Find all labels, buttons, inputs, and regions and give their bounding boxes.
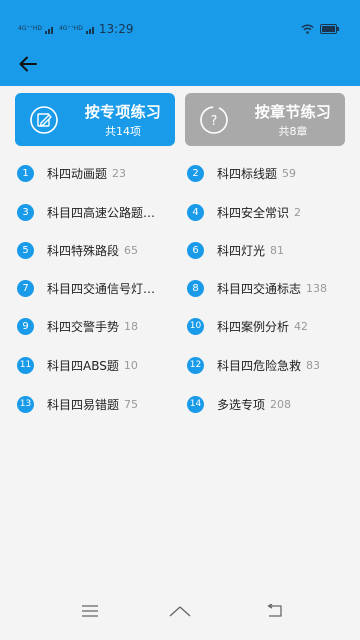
topic-label: 科目四交通信号灯… (47, 281, 156, 296)
status-time: 13:29 (98, 22, 134, 36)
back-nav-button[interactable] (259, 596, 289, 626)
menu-icon (82, 605, 98, 617)
svg-text:?: ? (211, 114, 218, 129)
topic-number-badge: 6 (187, 241, 204, 259)
topic-item-14[interactable]: 14 多选专项 208 (187, 392, 347, 416)
topic-item-9[interactable]: 9 科四交警手势 18 (17, 314, 175, 338)
topic-count: 83 (306, 358, 321, 372)
topic-label: 科四交警手势 (47, 319, 120, 334)
signal-icon (44, 26, 53, 34)
topic-label: 多选专项 (217, 397, 266, 412)
topic-count: 10 (123, 358, 138, 372)
topic-count: 2 (294, 205, 302, 219)
topic-number-badge: 13 (17, 395, 34, 413)
topic-number-badge: 8 (187, 279, 204, 297)
topic-number-badge: 1 (17, 164, 34, 182)
topic-item-6[interactable]: 6 科四灯光 81 (187, 238, 347, 262)
arrow-left-icon (19, 56, 37, 72)
topic-item-1[interactable]: 1 科四动画题 23 (17, 161, 175, 185)
signal-tag-2: 4G⁺⁺HD (58, 25, 83, 32)
topic-number-badge: 14 (187, 395, 204, 413)
status-left: 4G⁺⁺HD 4G⁺⁺HD 13:29 (18, 22, 133, 36)
topic-label: 科四安全常识 (217, 205, 290, 220)
wifi-icon (301, 24, 314, 34)
special-practice-subtitle: 共14项 (105, 125, 141, 138)
topic-label: 科目四ABS题 (47, 358, 119, 373)
system-nav-bar (0, 586, 360, 640)
topic-label: 科目四高速公路题… (47, 205, 156, 220)
topic-count: 138 (306, 281, 328, 295)
topic-label: 科目四危险急救 (217, 358, 302, 373)
topic-number-badge: 5 (17, 241, 34, 259)
status-bar: 4G⁺⁺HD 4G⁺⁺HD 13:29 (0, 0, 360, 42)
topic-label: 科四灯光 (217, 243, 266, 258)
topic-label: 科四动画题 (47, 166, 108, 181)
chapter-practice-card[interactable]: ? 按章节练习 共8章 (185, 93, 345, 146)
chapter-practice-title: 按章节练习 (254, 103, 332, 121)
topic-label: 科目四交通标志 (217, 281, 302, 296)
topic-item-11[interactable]: 11 科目四ABS题 10 (17, 353, 175, 377)
special-practice-card[interactable]: 按专项练习 共14项 (15, 93, 175, 146)
topic-item-5[interactable]: 5 科四特殊路段 65 (17, 238, 175, 262)
back-button[interactable] (14, 50, 42, 78)
menu-button[interactable] (75, 596, 105, 626)
topic-number-badge: 7 (17, 279, 34, 297)
topic-number-badge: 2 (187, 164, 204, 182)
help-icon: ? (200, 106, 228, 134)
topic-count: 18 (124, 319, 139, 333)
signal-tag-1: 4G⁺⁺HD (18, 25, 42, 32)
edit-icon (30, 106, 58, 134)
chapter-practice-subtitle: 共8章 (278, 125, 308, 138)
topic-count: 75 (124, 397, 139, 411)
topic-item-2[interactable]: 2 科四标线题 59 (187, 161, 347, 185)
topic-item-7[interactable]: 7 科目四交通信号灯… (17, 276, 175, 300)
topic-count: 81 (270, 243, 285, 257)
topic-label: 科四案例分析 (217, 319, 290, 334)
topic-item-10[interactable]: 10 科四案例分析 42 (187, 314, 347, 338)
topic-number-badge: 10 (187, 317, 204, 335)
topic-label: 科目四易错题 (47, 397, 120, 412)
topic-count: 42 (294, 319, 309, 333)
topic-label: 科四标线题 (217, 166, 278, 181)
battery-icon (320, 24, 339, 34)
special-practice-title: 按专项练习 (84, 103, 162, 121)
topic-number-badge: 3 (17, 203, 34, 221)
home-button[interactable] (165, 596, 195, 626)
signal-icon-2 (85, 26, 94, 34)
topic-number-badge: 11 (17, 356, 34, 374)
topic-item-4[interactable]: 4 科四安全常识 2 (187, 200, 347, 224)
app-bar (0, 42, 360, 86)
home-icon (169, 606, 191, 617)
topic-item-3[interactable]: 3 科目四高速公路题… (17, 200, 175, 224)
topic-count: 59 (282, 166, 297, 180)
topic-number-badge: 12 (187, 356, 204, 374)
topic-item-13[interactable]: 13 科目四易错题 75 (17, 392, 175, 416)
status-right (301, 24, 340, 34)
topic-count: 65 (124, 243, 139, 257)
topic-number-badge: 4 (187, 203, 204, 221)
topic-item-12[interactable]: 12 科目四危险急救 83 (187, 353, 347, 377)
topic-label: 科四特殊路段 (47, 243, 120, 258)
topic-item-8[interactable]: 8 科目四交通标志 138 (187, 276, 347, 300)
return-icon (267, 604, 282, 617)
topic-count: 23 (112, 166, 127, 180)
topic-number-badge: 9 (17, 317, 34, 335)
topic-count: 208 (270, 397, 292, 411)
